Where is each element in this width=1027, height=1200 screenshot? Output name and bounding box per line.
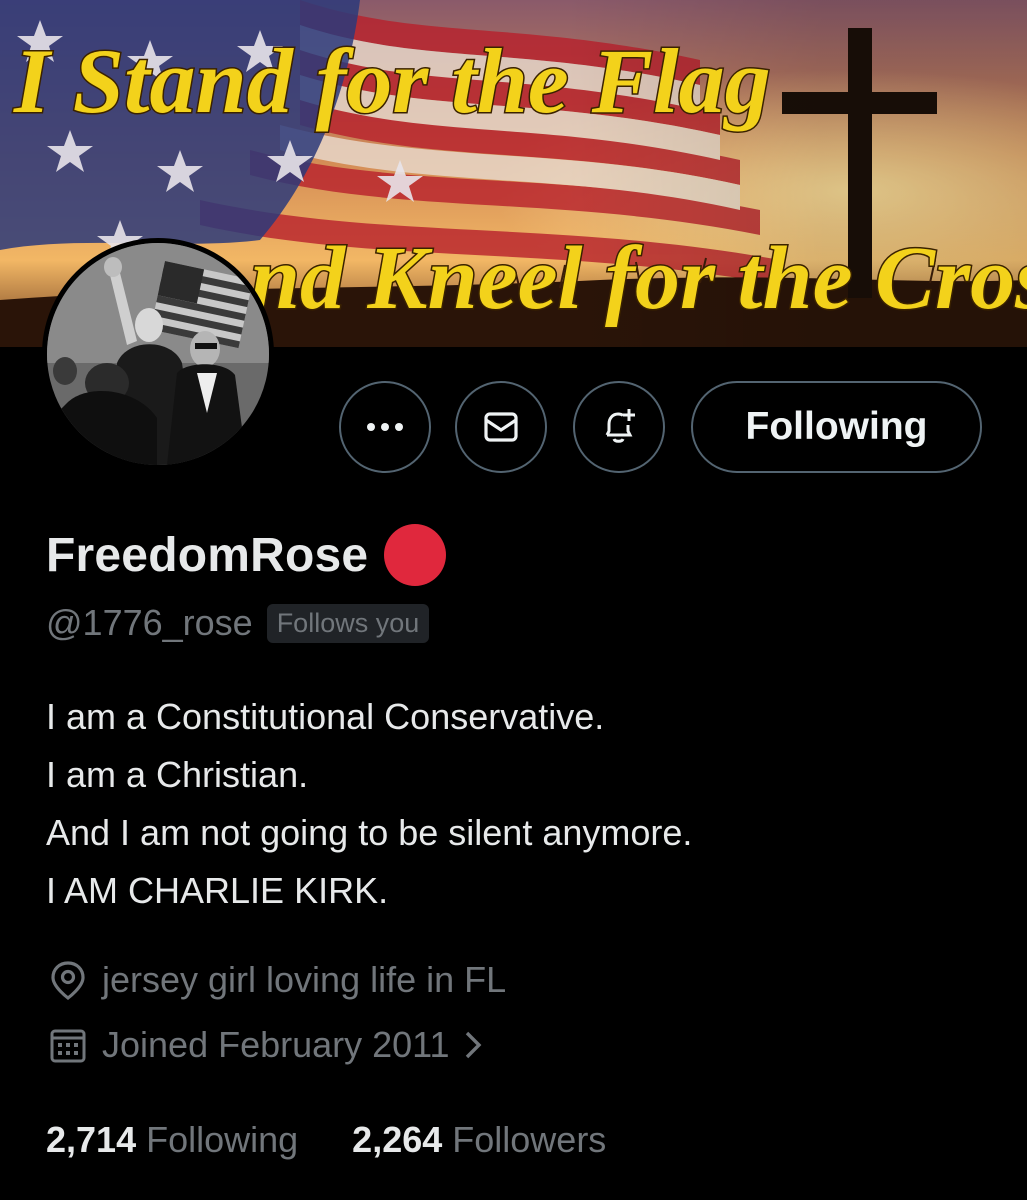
display-name: FreedomRose bbox=[46, 528, 369, 582]
profile-bio: I am a Constitutional Conservative. I am… bbox=[46, 688, 986, 920]
follow-stats: 2,714 Following 2,264 Followers bbox=[46, 1115, 606, 1165]
avatar[interactable] bbox=[42, 238, 274, 470]
calendar-icon bbox=[46, 1023, 90, 1067]
followers-count-link[interactable]: 2,264 Followers bbox=[352, 1119, 606, 1161]
more-icon bbox=[367, 423, 403, 431]
status-badge bbox=[384, 524, 447, 586]
joined-text: Joined February 2011 bbox=[102, 1024, 450, 1065]
bell-plus-icon bbox=[605, 409, 635, 443]
chevron-right-icon bbox=[464, 1030, 482, 1060]
bio-line: I am a Christian. bbox=[46, 754, 309, 795]
handle-row: @1776_rose Follows you bbox=[46, 600, 430, 646]
following-count: 2,714 bbox=[46, 1119, 137, 1160]
bio-line: I am a Constitutional Conservative. bbox=[46, 696, 605, 737]
location-text: jersey girl loving life in FL bbox=[102, 959, 507, 1000]
following-count-link[interactable]: 2,714 Following bbox=[46, 1119, 298, 1161]
bio-line: And I am not going to be silent anymore. bbox=[46, 812, 693, 853]
followers-count: 2,264 bbox=[352, 1119, 443, 1160]
location-pin-icon bbox=[46, 958, 90, 1002]
bio-line: I AM CHARLIE KIRK. bbox=[46, 870, 389, 911]
more-options-button[interactable] bbox=[339, 381, 431, 473]
following-label: Following bbox=[146, 1119, 299, 1160]
banner-text-line2: nd Kneel for the Cross bbox=[250, 229, 1027, 328]
banner-text-line1: I Stand for the Flag bbox=[13, 30, 771, 132]
message-button[interactable] bbox=[455, 381, 547, 473]
following-button[interactable]: Following bbox=[691, 381, 982, 473]
followers-label: Followers bbox=[452, 1119, 607, 1160]
display-name-row: FreedomRose bbox=[46, 522, 447, 588]
joined-date[interactable]: Joined February 2011 bbox=[46, 1020, 482, 1070]
notifications-button[interactable] bbox=[573, 381, 665, 473]
envelope-icon bbox=[484, 412, 518, 442]
follows-you-badge: Follows you bbox=[266, 603, 430, 643]
username-handle: @1776_rose bbox=[46, 602, 253, 643]
avatar-image bbox=[47, 243, 269, 465]
profile-location: jersey girl loving life in FL bbox=[46, 955, 506, 1005]
